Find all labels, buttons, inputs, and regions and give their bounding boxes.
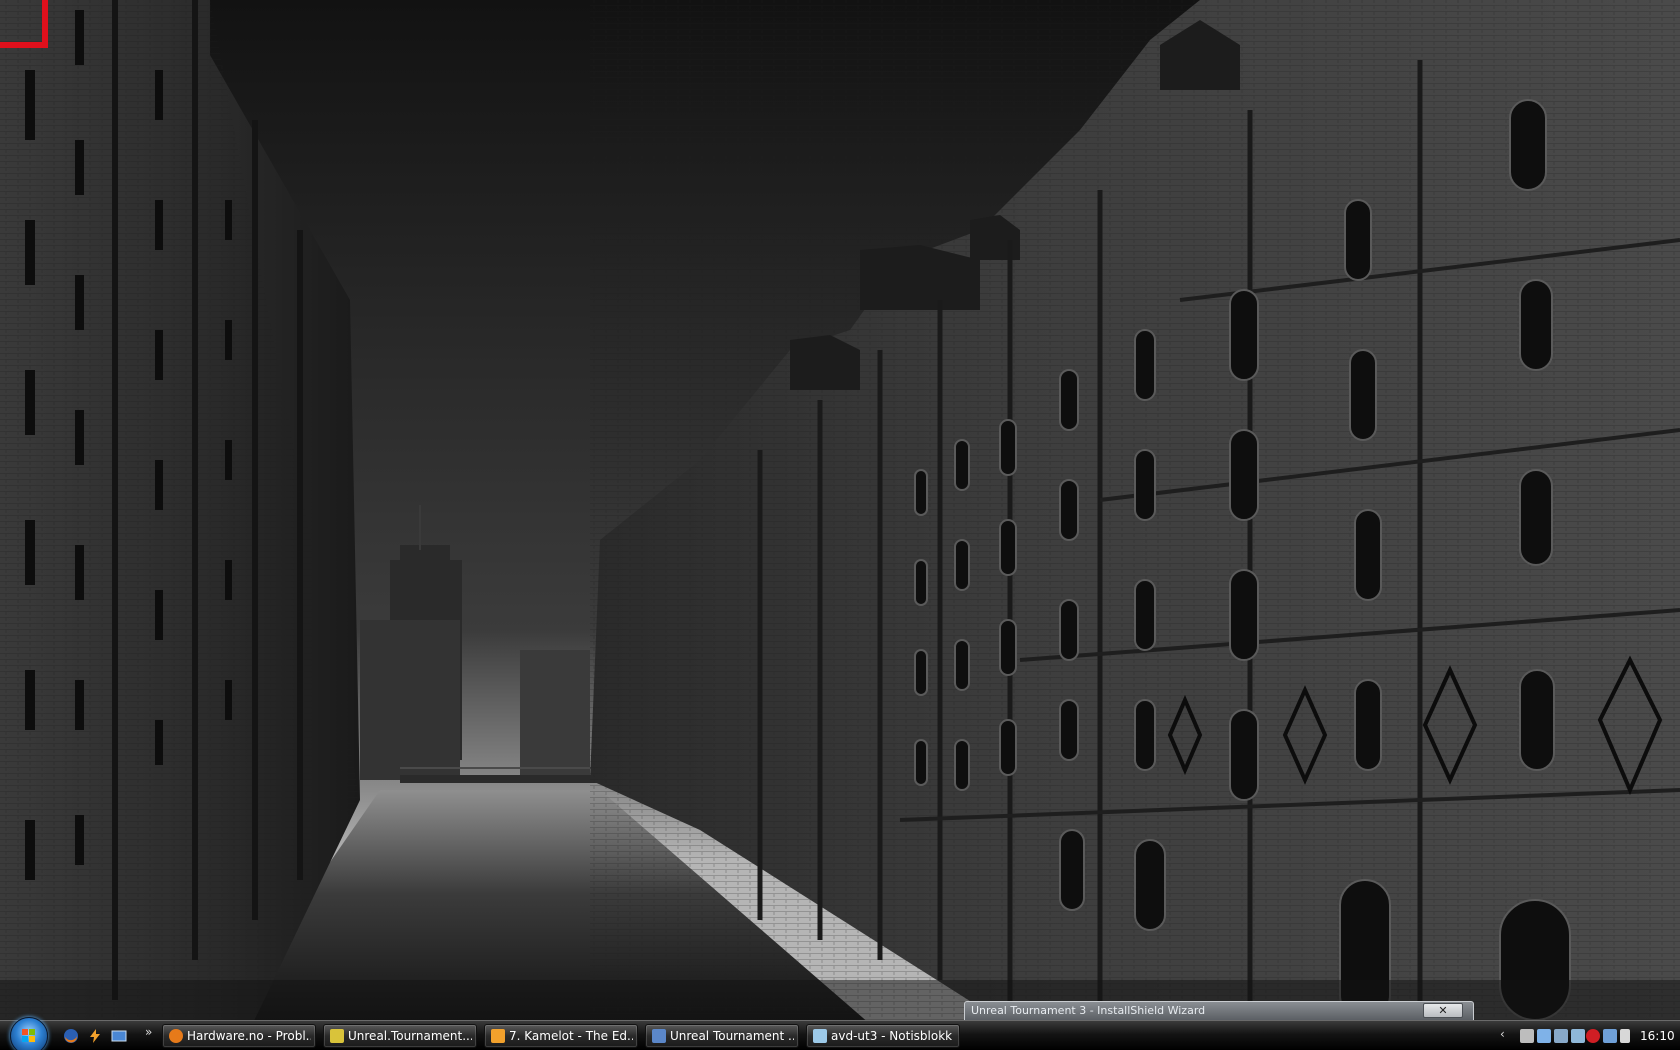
network-connection-icon[interactable] — [1603, 1029, 1617, 1043]
selection-marker — [0, 0, 48, 48]
taskbar-button-unreal-tournament-doc[interactable]: Unreal.Tournament.... — [323, 1024, 477, 1048]
monitor-icon[interactable] — [1520, 1029, 1534, 1043]
task-label: avd-ut3 - Notisblokk — [831, 1029, 953, 1043]
quicklaunch-more-button[interactable]: » — [145, 1025, 152, 1039]
security-icon[interactable] — [1571, 1029, 1585, 1043]
tray-expand-button[interactable]: ‹ — [1500, 1027, 1505, 1041]
taskbar-button-unreal-installer[interactable]: Unreal Tournament ... — [645, 1024, 799, 1048]
start-button[interactable] — [10, 1017, 48, 1050]
clock[interactable]: 16:10 — [1640, 1029, 1675, 1043]
taskbar-button-kamelot[interactable]: 7. Kamelot - The Ed... — [484, 1024, 638, 1048]
system-tray: ‹ 16:10 — [1500, 1024, 1680, 1048]
firefox-icon — [169, 1029, 183, 1043]
taskbar-button-notepad[interactable]: avd-ut3 - Notisblokk — [806, 1024, 960, 1048]
volume-icon[interactable] — [1620, 1029, 1630, 1043]
task-label: Unreal Tournament ... — [670, 1029, 794, 1043]
task-label: Hardware.no - Probl... — [187, 1029, 311, 1043]
close-button[interactable]: ✕ — [1423, 1003, 1463, 1018]
document-icon — [330, 1029, 344, 1043]
taskbar-button-hardware[interactable]: Hardware.no - Probl... — [162, 1024, 316, 1048]
close-icon: ✕ — [1438, 1004, 1448, 1017]
task-label: Unreal.Tournament.... — [348, 1029, 472, 1043]
winamp-icon — [491, 1029, 505, 1043]
taskbar: » Hardware.no - Probl... Unreal.Tourname… — [0, 1017, 1680, 1050]
show-desktop-icon[interactable] — [111, 1028, 127, 1044]
desktop-wallpaper — [0, 0, 1680, 1050]
network-icon[interactable] — [1537, 1029, 1551, 1043]
windows-logo-icon — [22, 1029, 35, 1042]
antivirus-icon[interactable] — [1586, 1029, 1600, 1043]
winamp-icon[interactable] — [87, 1028, 103, 1044]
desktop: Unreal Tournament 3 - InstallShield Wiza… — [0, 0, 1680, 1050]
installer-icon — [652, 1029, 666, 1043]
wizard-title: Unreal Tournament 3 - InstallShield Wiza… — [971, 1004, 1206, 1017]
installshield-wizard-window[interactable]: Unreal Tournament 3 - InstallShield Wiza… — [964, 1001, 1474, 1021]
firefox-icon[interactable] — [63, 1028, 79, 1044]
task-label: 7. Kamelot - The Ed... — [509, 1029, 633, 1043]
device-icon[interactable] — [1554, 1029, 1568, 1043]
notepad-icon — [813, 1029, 827, 1043]
